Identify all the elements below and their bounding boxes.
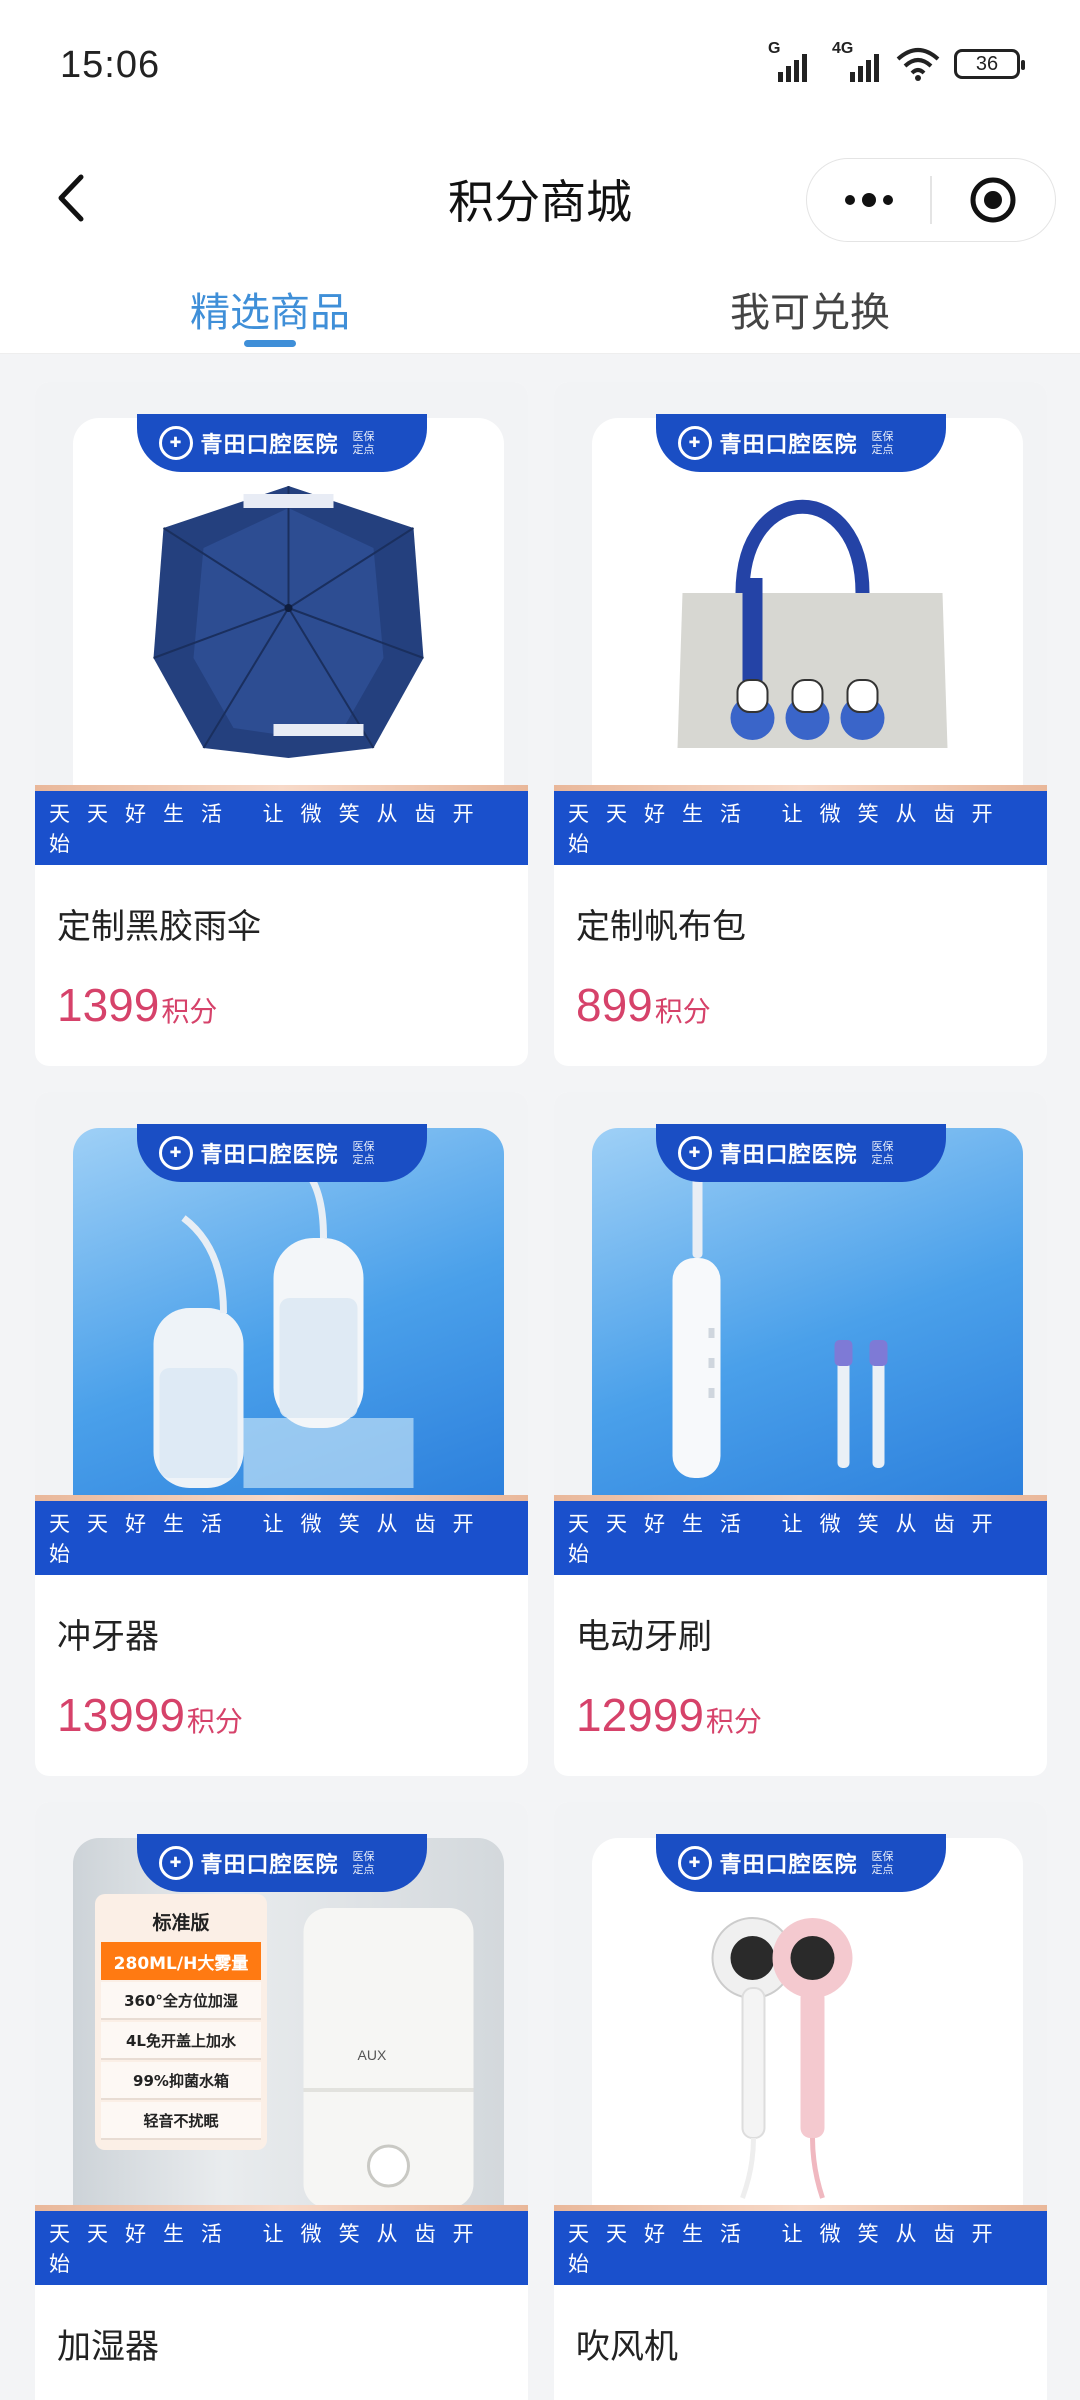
target-icon [970,177,1016,223]
product-name: 定制帆布包 [576,907,746,947]
hair-dryer-image [711,1917,853,2199]
slogan-banner: 天天好生活 让微笑从齿开始 [35,1495,528,1575]
hospital-brand-banner: ✚ 青田口腔医院 医保 定点 [136,1834,427,1892]
product-image: ✚ 青田口腔医院 医保 定点 天天好生活 让微笑从齿开始 [35,1092,528,1575]
tab-bar: 精选商品 我可兑换 [0,258,1080,354]
electric-toothbrush-image [672,1168,888,1478]
product-image: ✚ 青田口腔医院 医保 定点 天天好生活 让微笑从齿开始 [554,1092,1047,1575]
tab-active-indicator [244,340,296,347]
slogan-banner: 天天好生活 让微笑从齿开始 [35,2205,528,2285]
product-grid: ✚ 青田口腔医院 医保 定点 天天好生活 让微笑从齿开始 定制黑胶雨伞 1399积… [0,354,1080,2400]
more-button[interactable] [807,159,930,241]
product-image: ✚ 青田口腔医院 医保 定点 天天好生活 让微笑从齿开始 [554,1802,1047,2285]
product-price: 1399积分 [57,979,218,1031]
slogan-banner: 天天好生活 让微笑从齿开始 [554,785,1047,865]
tab-featured[interactable]: 精选商品 [0,258,540,353]
tote-bag-image [677,499,948,748]
close-miniprogram-button[interactable] [932,159,1055,241]
product-name: 电动牙刷 [576,1617,712,1657]
product-price: 13999积分 [57,1689,243,1741]
nav-bar: 积分商城 [0,138,1080,258]
product-price: 12999积分 [576,1689,762,1741]
battery-icon: 36 [954,49,1025,79]
signal-icon: G [768,40,818,82]
hospital-logo-icon: ✚ [158,1846,193,1880]
svg-text:AUX: AUX [358,2047,387,2063]
product-card[interactable]: ✚ 青田口腔医院 医保 定点 天天好生活 让微笑从齿开始 冲牙器 13999积分 [35,1092,528,1776]
product-card[interactable]: ✚ 青田口腔医院 医保 定点 天天好生活 让微笑从齿开始 吹风机 [554,1802,1047,2400]
humidifier-feature-list: 标准版 280ML/H大雾量 360°全方位加湿 4L免开盖上加水 99%抑菌水… [95,1894,267,2150]
mini-program-capsule [806,158,1056,242]
hospital-brand-banner: ✚ 青田口腔医院 医保 定点 [136,1124,427,1182]
status-time: 15:06 [60,44,161,86]
umbrella-image [153,486,424,758]
slogan-banner: 天天好生活 让微笑从齿开始 [554,1495,1047,1575]
product-name: 加湿器 [57,2327,159,2367]
product-name: 冲牙器 [57,1617,159,1657]
hospital-logo-icon: ✚ [677,1846,712,1880]
product-name: 吹风机 [576,2327,678,2367]
product-card[interactable]: ✚ 青田口腔医院 医保 定点 天天好生活 让微笑从齿开始 电动牙刷 12999积分 [554,1092,1047,1776]
hospital-logo-icon: ✚ [677,1136,712,1170]
wifi-icon [896,48,940,81]
hospital-brand-banner: ✚ 青田口腔医院 医保 定点 [655,414,946,472]
hospital-brand-banner: ✚ 青田口腔医院 医保 定点 [655,1124,946,1182]
hospital-brand-banner: ✚ 青田口腔医院 医保 定点 [136,414,427,472]
tab-redeemable[interactable]: 我可兑换 [540,258,1080,353]
hospital-logo-icon: ✚ [158,426,193,460]
slogan-banner: 天天好生活 让微笑从齿开始 [35,785,528,865]
hospital-logo-icon: ✚ [677,426,712,460]
product-price: 899积分 [576,979,711,1031]
product-image: ✚ 青田口腔医院 医保 定点 天天好生活 让微笑从齿开始 [554,382,1047,865]
product-card[interactable]: ✚ 青田口腔医院 医保 定点 天天好生活 让微笑从齿开始 定制帆布包 899积分 [554,382,1047,1066]
status-bar: 15:06 G 4G 36 [0,0,1080,138]
signal-4g-icon: 4G [832,40,882,82]
hospital-brand-banner: ✚ 青田口腔医院 医保 定点 [655,1834,946,1892]
product-card[interactable]: AUX 标准版 280ML/H大雾量 360°全方位加湿 4L免开盖上加水 99… [35,1802,528,2400]
product-name: 定制黑胶雨伞 [57,907,261,947]
product-image: ✚ 青田口腔医院 医保 定点 天天好生活 让微笑从齿开始 [35,382,528,865]
more-dots-icon [844,193,893,207]
slogan-banner: 天天好生活 让微笑从齿开始 [554,2205,1047,2285]
hospital-logo-icon: ✚ [158,1136,193,1170]
product-image: AUX 标准版 280ML/H大雾量 360°全方位加湿 4L免开盖上加水 99… [35,1802,528,2285]
water-flosser-image [153,1165,414,1488]
product-card[interactable]: ✚ 青田口腔医院 医保 定点 天天好生活 让微笑从齿开始 定制黑胶雨伞 1399积… [35,382,528,1066]
